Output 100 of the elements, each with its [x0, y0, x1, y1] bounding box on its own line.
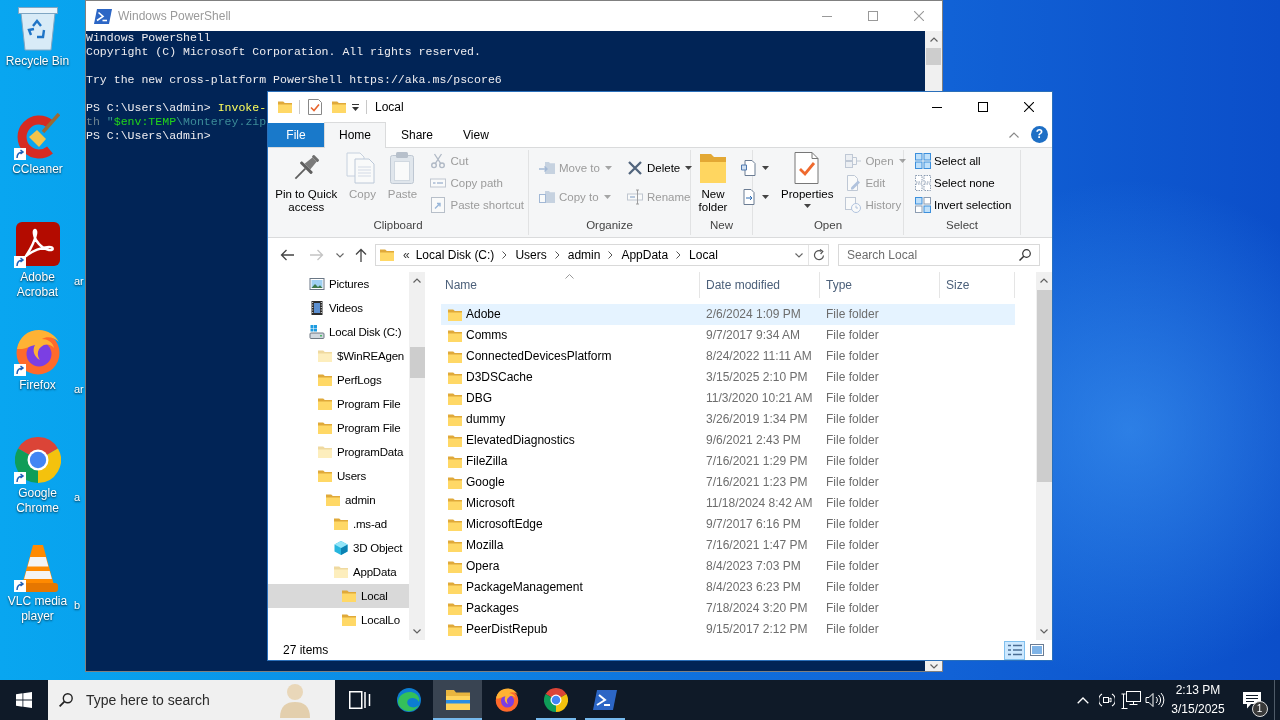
tree-item[interactable]: AppData — [268, 560, 409, 584]
firefox-logo-icon — [494, 688, 519, 712]
ribbon-group-label: Select — [946, 218, 978, 233]
file-row[interactable]: MicrosoftEdge 9/7/2017 6:16 PM File folder — [441, 514, 1015, 535]
ribbon-button[interactable]: Select all — [910, 150, 1016, 172]
terminal-prompt-icon — [94, 8, 112, 24]
file-row[interactable]: Google 7/16/2021 1:23 PM File folder — [441, 472, 1015, 493]
date-modified: 7/18/2024 3:20 PM — [706, 601, 808, 615]
ribbon-button[interactable]: Select none — [910, 172, 1016, 194]
tree-item[interactable]: admin — [268, 488, 409, 512]
tree-item[interactable]: Local Disk (C:) — [268, 320, 409, 344]
collapse-ribbon-button[interactable] — [1009, 131, 1019, 138]
scroll-up-icon[interactable] — [1040, 278, 1048, 283]
file-row[interactable]: FileZilla 7/16/2021 1:29 PM File folder — [441, 451, 1015, 472]
file-name: PackageManagement — [466, 580, 583, 595]
folder-icon — [277, 99, 293, 115]
console-line: PS C:\Users\admin> Invoke- — [86, 101, 267, 115]
ribbon-tab[interactable]: View — [448, 122, 504, 148]
taskbar-button[interactable] — [433, 680, 482, 720]
ribbon-button[interactable]: Delete — [621, 157, 697, 179]
breadcrumb-overflow-button[interactable]: « — [400, 247, 413, 263]
c-letter-broom-icon — [15, 113, 60, 159]
file-row[interactable]: Mozilla 7/16/2021 1:47 PM File folder — [441, 535, 1015, 556]
file-row[interactable]: PackageManagement 8/4/2023 6:23 PM File folder — [441, 577, 1015, 598]
file-row[interactable]: Adobe 2/6/2024 1:09 PM File folder — [441, 304, 1015, 325]
chevron-icon — [676, 251, 682, 259]
file-type: File folder — [826, 622, 879, 636]
file-row[interactable]: DBG 11/3/2020 10:21 AM File folder — [441, 388, 1015, 409]
column-header[interactable]: Size — [940, 272, 1015, 298]
file-row[interactable]: ConnectedDevicesPlatform 8/24/2022 11:11 AM File folder — [441, 346, 1015, 367]
scroll-up-icon[interactable] — [413, 278, 421, 283]
folder-icon — [317, 396, 333, 412]
ribbon-tab[interactable]: Share — [386, 122, 449, 148]
copy-to-folder-icon — [539, 189, 555, 205]
search-field[interactable]: Search Local — [838, 244, 1040, 266]
file-name: Opera — [466, 559, 500, 574]
close-icon — [1024, 102, 1034, 112]
view-button[interactable] — [1004, 640, 1025, 660]
scrollbar-thumb[interactable] — [409, 347, 425, 378]
console-line: Copyright (C) Microsoft Corporation. All rights reserved. — [86, 45, 481, 59]
console-line: PS C:\Users\admin> — [86, 129, 211, 143]
folder-icon — [317, 420, 333, 436]
scrollbar-thumb[interactable] — [926, 48, 941, 65]
scroll-down-icon[interactable] — [413, 629, 421, 634]
file-type: File folder — [826, 328, 879, 342]
console-line: Windows PowerShell — [86, 31, 211, 45]
item-count: 27 items — [283, 642, 329, 658]
ribbon-button[interactable]: Properties — [779, 150, 836, 208]
select-none-icon — [915, 175, 931, 191]
search-icon — [59, 693, 73, 707]
tree-item[interactable]: ProgramData — [268, 440, 409, 464]
file-row[interactable]: PeerDistRepub 9/15/2017 2:12 PM File folder — [441, 619, 1015, 640]
ribbon-button[interactable]: New folder — [695, 150, 731, 214]
tree-item[interactable]: Program File — [268, 416, 409, 440]
breadcrumb[interactable]: Local — [686, 247, 721, 263]
ribbon-button[interactable]: Invert selection — [910, 194, 1016, 216]
tree-item[interactable]: .ms-ad — [268, 512, 409, 536]
tree-item[interactable]: Users — [268, 464, 409, 488]
clock[interactable]: 2:13 PM 3/15/2025 — [1167, 680, 1229, 720]
file-row[interactable]: Microsoft 11/18/2024 8:42 AM File folder — [441, 493, 1015, 514]
file-name: MicrosoftEdge — [466, 517, 543, 532]
tree-item[interactable]: LocalLo — [268, 608, 409, 632]
column-header[interactable]: Name — [441, 272, 700, 298]
address-bar[interactable]: « Local Disk (C:) Users admin AppData Local — [375, 244, 829, 266]
file-row[interactable]: dummy 3/26/2019 1:34 PM File folder — [441, 409, 1015, 430]
taskbar-search-field[interactable]: Type here to search — [48, 680, 335, 720]
file-name: dummy — [466, 412, 506, 427]
console-line: th "$env:TEMP\Monterey.zip — [86, 115, 267, 129]
tree-item[interactable]: Videos — [268, 296, 409, 320]
tree-item[interactable]: 3D Object — [268, 536, 409, 560]
chevron-down-icon — [795, 252, 803, 258]
breadcrumb[interactable]: Users — [512, 247, 550, 263]
tree-item[interactable]: Pictures — [268, 272, 409, 296]
tree-item[interactable]: $WinREAgen — [268, 344, 409, 368]
date-modified: 8/4/2023 7:03 PM — [706, 559, 801, 573]
tree-item[interactable]: PerfLogs — [268, 368, 409, 392]
file-name: Mozilla — [466, 538, 504, 553]
file-row[interactable]: ElevatedDiagnostics 9/6/2021 2:43 PM File folder — [441, 430, 1015, 451]
tree-item[interactable]: Local — [268, 584, 409, 608]
breadcrumb[interactable]: AppData — [618, 247, 672, 263]
date-modified: 7/16/2021 1:29 PM — [706, 454, 808, 468]
file-row[interactable]: Opera 8/4/2023 7:03 PM File folder — [441, 556, 1015, 577]
notifications-button[interactable]: 1 — [1229, 680, 1274, 720]
file-row[interactable]: D3DSCache 3/15/2025 2:10 PM File folder — [441, 367, 1015, 388]
file-row[interactable]: Packages 7/18/2024 3:20 PM File folder — [441, 598, 1015, 619]
scrollbar-thumb[interactable] — [1036, 290, 1052, 482]
file-type: File folder — [826, 349, 879, 363]
ribbon-tab[interactable]: File — [268, 123, 324, 147]
scroll-up-icon[interactable] — [929, 37, 938, 42]
help-button[interactable]: ? — [1031, 126, 1048, 143]
ribbon-button[interactable]: Pin to Quick access — [272, 150, 341, 214]
column-header[interactable]: Type — [820, 272, 940, 298]
ribbon-tab[interactable]: Home — [324, 122, 386, 148]
scroll-down-icon[interactable] — [1040, 629, 1048, 634]
breadcrumb[interactable]: admin — [564, 247, 604, 263]
tree-item[interactable]: Program File — [268, 392, 409, 416]
scroll-down-icon[interactable] — [929, 663, 938, 669]
column-header[interactable]: Date modified — [700, 272, 820, 298]
breadcrumb[interactable]: Local Disk (C:) — [412, 247, 498, 263]
file-row[interactable]: Comms 9/7/2017 9:34 AM File folder — [441, 325, 1015, 346]
